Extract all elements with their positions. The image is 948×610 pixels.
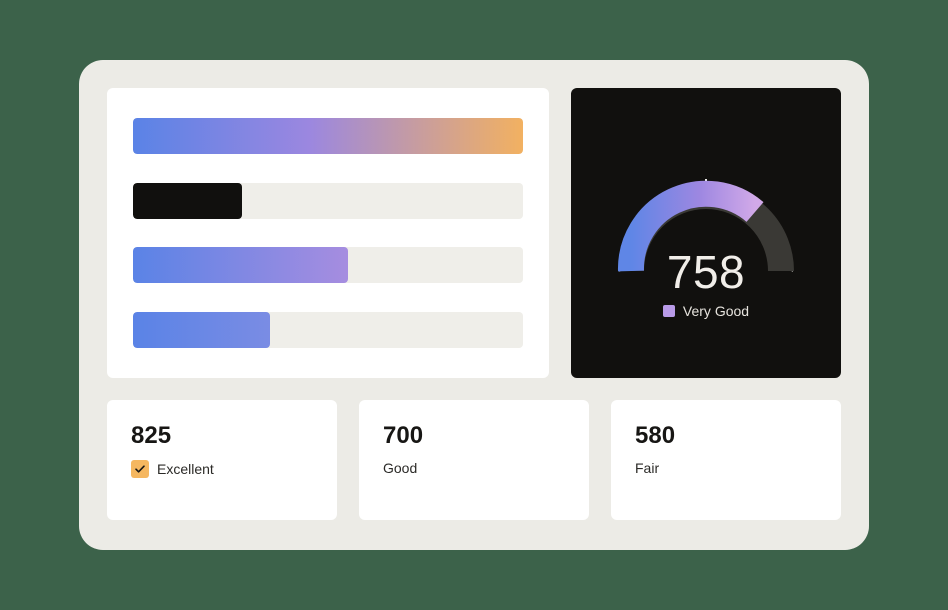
- tile-label: Excellent: [157, 461, 214, 477]
- bar-2: [133, 183, 523, 219]
- bar-1: [133, 118, 523, 154]
- gauge-swatch-icon: [663, 305, 675, 317]
- bar-1-fill: [133, 118, 523, 154]
- gauge-label-row: Very Good: [663, 303, 749, 319]
- tile-value: 700: [383, 422, 565, 450]
- tile-excellent: 825 Excellent: [107, 400, 337, 520]
- bar-4: [133, 312, 523, 348]
- tile-good: 700 Good: [359, 400, 589, 520]
- bottom-row: 825 Excellent 700 Good 580 Fair: [107, 400, 841, 520]
- gauge-label: Very Good: [683, 303, 749, 319]
- tile-label: Good: [383, 460, 417, 476]
- tile-label-row: Excellent: [131, 460, 313, 478]
- gauge-card: 758 Very Good: [571, 88, 841, 378]
- tile-value: 580: [635, 422, 817, 450]
- bars-card: [107, 88, 549, 378]
- bar-3: [133, 247, 523, 283]
- bar-2-fill: [133, 183, 242, 219]
- bar-3-fill: [133, 247, 348, 283]
- tile-label-row: Fair: [635, 460, 817, 476]
- gauge-value: 758: [601, 245, 811, 299]
- dashboard-panel: 758 Very Good 825 Excellent 700 Good: [79, 60, 869, 550]
- bar-4-fill: [133, 312, 270, 348]
- top-row: 758 Very Good: [107, 88, 841, 378]
- check-icon: [131, 460, 149, 478]
- tile-value: 825: [131, 422, 313, 450]
- gauge-chart: 758: [601, 161, 811, 291]
- tile-fair: 580 Fair: [611, 400, 841, 520]
- tile-label: Fair: [635, 460, 659, 476]
- tile-label-row: Good: [383, 460, 565, 476]
